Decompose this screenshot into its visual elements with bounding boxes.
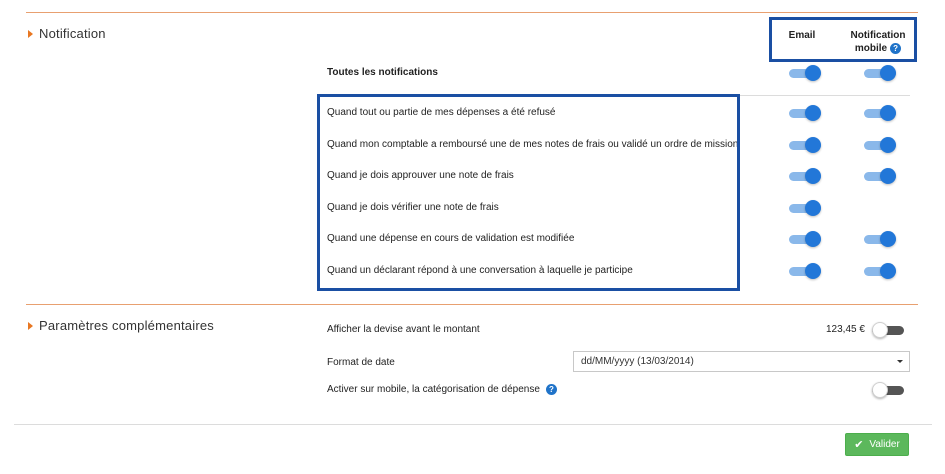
check-icon: ✔: [854, 439, 864, 451]
notification-row-mobile-toggle[interactable]: [864, 105, 896, 121]
notification-row-email-toggle[interactable]: [789, 231, 821, 247]
notification-row-mobile-toggle[interactable]: [864, 231, 896, 247]
date-format-label: Format de date: [327, 357, 395, 368]
column-header-highlight: [769, 17, 917, 62]
notification-row-mobile-toggle[interactable]: [864, 263, 896, 279]
notification-row-mobile-toggle[interactable]: [864, 168, 896, 184]
caret-right-icon: [28, 29, 33, 38]
section-divider: [26, 304, 918, 305]
notification-section-title[interactable]: Notification: [28, 26, 106, 41]
params-title-text: Paramètres complémentaires: [39, 318, 214, 333]
notification-row-email-toggle[interactable]: [789, 263, 821, 279]
notification-rows-highlight: [317, 94, 740, 291]
currency-preview: 123,45 €: [826, 324, 865, 335]
notification-row-email-toggle[interactable]: [789, 137, 821, 153]
notification-row-email-toggle[interactable]: [789, 200, 821, 216]
notification-row-email-toggle[interactable]: [789, 168, 821, 184]
footer-divider: [14, 424, 932, 425]
date-format-value: dd/MM/yyyy (13/03/2014): [581, 356, 694, 367]
date-format-select[interactable]: dd/MM/yyyy (13/03/2014): [573, 351, 910, 372]
help-icon[interactable]: ?: [545, 384, 557, 395]
all-notifications-email-toggle[interactable]: [789, 65, 821, 81]
mobile-categorization-toggle[interactable]: [872, 382, 904, 398]
all-notifications-label: Toutes les notifications: [327, 67, 438, 78]
notification-row-mobile-toggle[interactable]: [864, 137, 896, 153]
currency-position-label: Afficher la devise avant le montant: [327, 324, 480, 335]
all-notifications-mobile-toggle[interactable]: [864, 65, 896, 81]
currency-position-toggle[interactable]: [872, 322, 904, 338]
top-divider: [26, 12, 918, 13]
chevron-down-icon: [897, 360, 903, 363]
notification-title-text: Notification: [39, 26, 106, 41]
mobile-categorization-label: Activer sur mobile, la catégorisation de…: [327, 384, 557, 395]
params-section-title[interactable]: Paramètres complémentaires: [28, 318, 214, 333]
notification-row-email-toggle[interactable]: [789, 105, 821, 121]
validate-label: Valider: [869, 439, 900, 450]
caret-right-icon: [28, 321, 33, 330]
validate-button[interactable]: ✔ Valider: [845, 433, 909, 456]
